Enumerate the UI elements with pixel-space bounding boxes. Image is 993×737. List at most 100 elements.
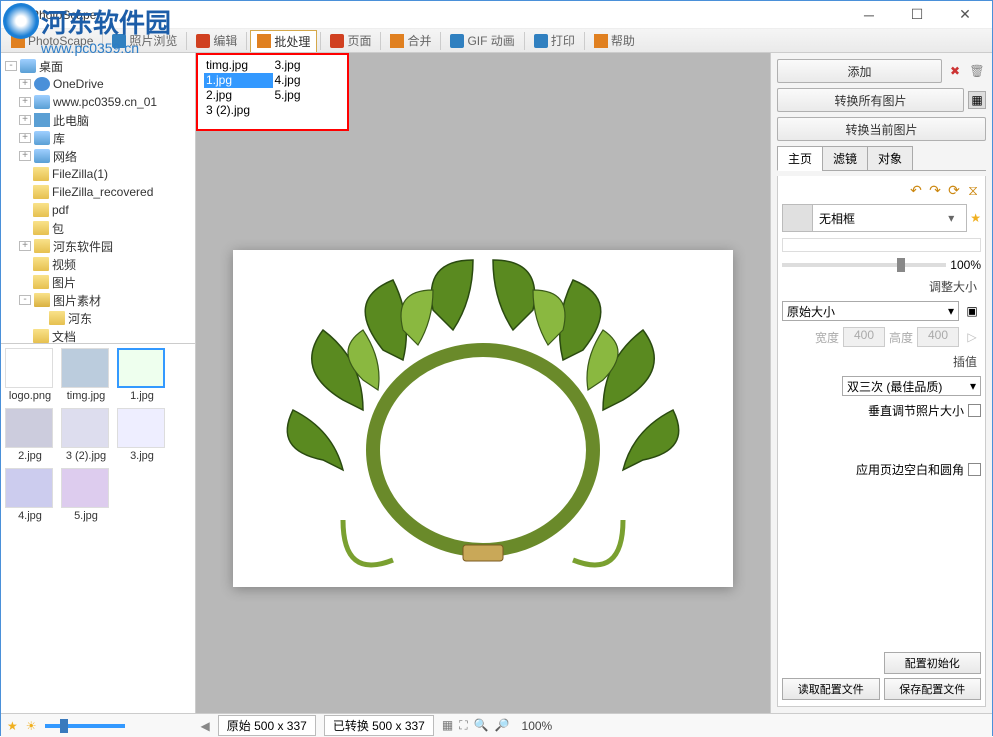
file-list-item[interactable]: 3 (2).jpg xyxy=(204,103,273,118)
left-zoom-slider[interactable] xyxy=(45,724,125,728)
thumbnail[interactable]: 2.jpg xyxy=(5,408,55,462)
star-icon[interactable]: ★ xyxy=(7,719,18,733)
thumbnail[interactable]: 5.jpg xyxy=(61,468,111,522)
file-list-item[interactable]: 5.jpg xyxy=(273,88,342,103)
add-button[interactable]: 添加 xyxy=(777,59,942,83)
batch-file-list[interactable]: timg.jpg1.jpg2.jpg3 (2).jpg 3.jpg4.jpg5.… xyxy=(196,53,349,131)
zoom-out-icon[interactable]: 🔎 xyxy=(495,718,510,733)
expand-icon[interactable]: + xyxy=(19,79,31,89)
thumb-label: timg.jpg xyxy=(61,390,111,402)
tab-merge[interactable]: 合并 xyxy=(384,30,437,52)
vertical-adjust-checkbox[interactable] xyxy=(968,404,981,417)
thumbnail[interactable]: timg.jpg xyxy=(61,348,111,402)
thumbnail[interactable]: 1.jpg xyxy=(117,348,167,402)
tab-help[interactable]: 帮助 xyxy=(588,30,641,52)
flip-icon[interactable]: ⧖ xyxy=(965,182,981,198)
frame-preview-strip xyxy=(782,238,981,252)
rotate-icon[interactable]: ⟳ xyxy=(946,182,962,198)
zoom-in-icon[interactable]: 🔍 xyxy=(474,718,489,733)
tree-item[interactable]: 包 xyxy=(3,219,193,237)
tab-filter[interactable]: 滤镜 xyxy=(822,146,868,171)
apply-size-icon[interactable]: ▷ xyxy=(963,328,981,346)
tab-object[interactable]: 对象 xyxy=(867,146,913,171)
window-title: PhotoScape xyxy=(31,8,854,22)
expand-icon[interactable]: + xyxy=(19,133,31,143)
tree-item[interactable]: +OneDrive xyxy=(3,75,193,93)
lock-aspect-icon[interactable]: ▣ xyxy=(963,302,981,320)
tab-page[interactable]: 页面 xyxy=(324,30,377,52)
thumbnail[interactable]: 3.jpg xyxy=(117,408,167,462)
tab-batch[interactable]: 批处理 xyxy=(250,30,317,52)
tree-item[interactable]: pdf xyxy=(3,201,193,219)
status-original: 原始 500 x 337 xyxy=(218,715,316,736)
tab-home[interactable]: 主页 xyxy=(777,146,823,171)
minimize-button[interactable]: ─ xyxy=(854,5,884,25)
file-list-item[interactable]: 2.jpg xyxy=(204,88,273,103)
file-list-item[interactable]: 3.jpg xyxy=(273,58,342,73)
tree-root[interactable]: - 桌面 xyxy=(3,57,193,75)
tree-item[interactable]: 图片 xyxy=(3,273,193,291)
margin-checkbox[interactable] xyxy=(968,463,981,476)
tree-item[interactable]: FileZilla(1) xyxy=(3,165,193,183)
file-list-item[interactable]: 1.jpg xyxy=(204,73,273,88)
tree-item[interactable]: 河东 xyxy=(3,309,193,327)
tree-label: 图片素材 xyxy=(53,292,101,309)
tree-label: 桌面 xyxy=(39,58,63,75)
collapse-icon[interactable]: - xyxy=(5,61,17,71)
tree-item[interactable]: 文档 xyxy=(3,327,193,343)
close-button[interactable]: ✕ xyxy=(950,5,980,25)
tree-item[interactable]: +库 xyxy=(3,129,193,147)
tree-item[interactable]: FileZilla_recovered xyxy=(3,183,193,201)
star-icon[interactable]: ★ xyxy=(970,211,981,225)
folder-icon xyxy=(33,203,49,217)
settings-icon[interactable]: ▦ xyxy=(968,91,986,109)
tab-gif[interactable]: GIF 动画 xyxy=(444,30,520,52)
grid-icon[interactable]: ▦ xyxy=(442,718,453,733)
config-init-button[interactable]: 配置初始化 xyxy=(884,652,982,674)
folder-tree[interactable]: - 桌面 +OneDrive+www.pc0359.cn_01+此电脑+库+网络… xyxy=(1,53,195,343)
recent-icon[interactable]: ☀ xyxy=(26,719,37,733)
tree-item[interactable]: 视频 xyxy=(3,255,193,273)
net-icon xyxy=(34,149,50,163)
tree-item[interactable]: +www.pc0359.cn_01 xyxy=(3,93,193,111)
expand-icon[interactable]: + xyxy=(19,151,31,161)
maximize-button[interactable]: ☐ xyxy=(902,5,932,25)
convert-all-button[interactable]: 转换所有图片 xyxy=(777,88,964,112)
tab-print[interactable]: 打印 xyxy=(528,30,581,52)
thumbnail[interactable]: 4.jpg xyxy=(5,468,55,522)
fit-icon[interactable]: ⛶ xyxy=(459,718,467,733)
thumbnail[interactable]: logo.png xyxy=(5,348,55,402)
trash-icon[interactable]: 🗑 xyxy=(968,62,986,80)
expand-icon[interactable]: + xyxy=(19,97,31,107)
expand-icon[interactable]: + xyxy=(19,241,31,251)
interp-select[interactable]: 双三次 (最佳品质)▾ xyxy=(842,376,981,396)
opacity-slider[interactable] xyxy=(782,263,946,267)
file-list-item[interactable]: timg.jpg xyxy=(204,58,273,73)
collapse-icon[interactable]: - xyxy=(19,295,31,305)
tree-item[interactable]: +此电脑 xyxy=(3,111,193,129)
thumbnail-grid[interactable]: logo.png timg.jpg 1.jpg 2.jpg3 (2).jpg3.jpg… xyxy=(1,343,195,713)
redo-icon[interactable]: ↷ xyxy=(927,182,943,198)
chevron-down-icon: ▾ xyxy=(948,304,954,318)
frame-select[interactable]: 无相框 ▾ xyxy=(782,204,967,232)
config-save-button[interactable]: 保存配置文件 xyxy=(884,678,982,700)
tree-item[interactable]: - 图片素材 xyxy=(3,291,193,309)
delete-icon[interactable]: ✖ xyxy=(946,62,964,80)
tree-item[interactable]: +网络 xyxy=(3,147,193,165)
thumb-image xyxy=(61,468,109,508)
tab-edit[interactable]: 编辑 xyxy=(190,30,243,52)
convert-current-button[interactable]: 转换当前图片 xyxy=(777,117,986,141)
undo-icon[interactable]: ↶ xyxy=(908,182,924,198)
expand-icon[interactable]: + xyxy=(19,115,31,125)
tab-photoscape[interactable]: PhotoScape xyxy=(5,30,99,52)
resize-mode-select[interactable]: 原始大小▾ xyxy=(782,301,959,321)
tree-item[interactable]: +河东软件园 xyxy=(3,237,193,255)
tab-browse[interactable]: 照片浏览 xyxy=(106,30,183,52)
config-load-button[interactable]: 读取配置文件 xyxy=(782,678,880,700)
left-panel: - 桌面 +OneDrive+www.pc0359.cn_01+此电脑+库+网络… xyxy=(1,53,196,713)
file-list-item[interactable]: 4.jpg xyxy=(273,73,342,88)
prev-icon[interactable]: ◀ xyxy=(201,719,210,733)
thumbnail[interactable]: 3 (2).jpg xyxy=(61,408,111,462)
thumb-image xyxy=(117,348,165,388)
tree-label: FileZilla(1) xyxy=(52,167,108,181)
